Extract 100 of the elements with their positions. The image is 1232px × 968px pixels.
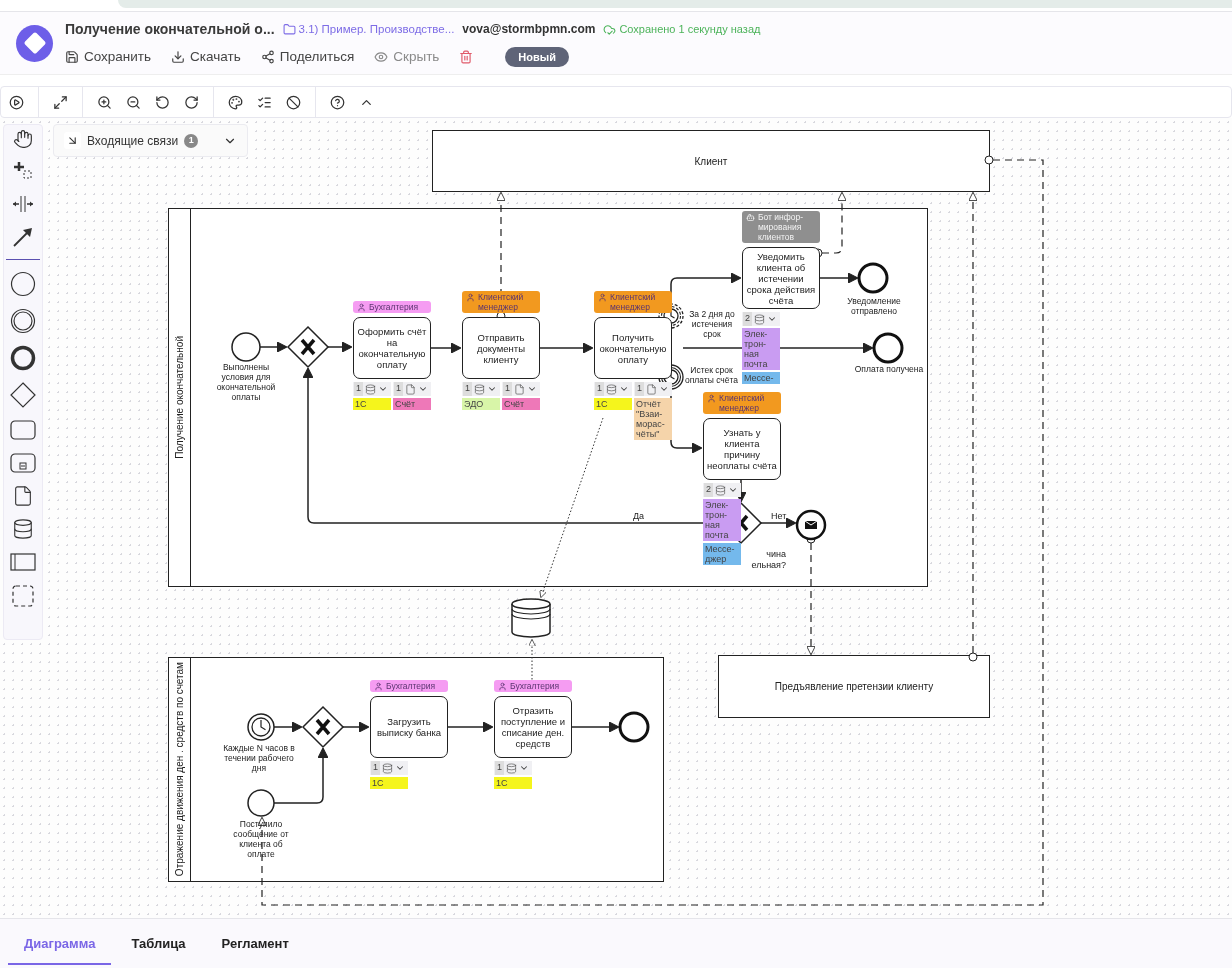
resource-counter[interactable]: 1 xyxy=(502,382,540,396)
exclusive-gateway xyxy=(301,705,345,749)
resource-tag: 1С xyxy=(594,398,632,410)
play-icon[interactable] xyxy=(9,94,24,110)
task[interactable]: Узнать у клиента причину неоплаты счёта xyxy=(703,418,781,480)
sequence-flow xyxy=(539,342,594,354)
resource-counter[interactable]: 1 xyxy=(494,761,532,775)
database-icon xyxy=(715,484,726,496)
task[interactable]: Уведомить клиента об истечении срока действия счёта xyxy=(742,247,820,309)
toolbar-action[interactable]: Поделиться xyxy=(260,46,355,68)
resource-counter[interactable]: 1 xyxy=(634,382,672,396)
performer-tag: Бот инфор- мирования клиентов xyxy=(742,211,820,243)
view-tab[interactable]: Регламент xyxy=(205,925,305,965)
person-icon xyxy=(374,682,383,691)
performer-tag: Бухгалтерия xyxy=(370,680,448,692)
event-label: Выполнены условия для окончательной оплаты xyxy=(215,362,277,402)
chevron-down-icon xyxy=(527,384,537,394)
event-label: За 2 дня до истечения срок xyxy=(688,309,736,339)
task[interactable]: Оформить счёт на окончательную оплату xyxy=(353,317,431,379)
sequence-flow xyxy=(446,721,494,733)
redo-icon[interactable] xyxy=(184,94,199,110)
bot-icon xyxy=(746,213,755,222)
chevron-down-icon xyxy=(619,384,629,394)
group-icon[interactable] xyxy=(11,584,35,608)
resource-counter[interactable]: 1 xyxy=(353,382,391,396)
performer-tag: Клиентский менеджер xyxy=(594,291,672,313)
sequence-flow xyxy=(735,478,747,503)
status-badge: Новый xyxy=(505,46,569,68)
task[interactable]: Отправить документы клиенту xyxy=(462,317,540,379)
database-icon xyxy=(365,383,376,395)
lasso-icon[interactable] xyxy=(12,160,34,182)
pool-icon[interactable] xyxy=(10,551,36,573)
person-icon xyxy=(598,293,607,302)
chevron-down-icon xyxy=(418,384,428,394)
chevron-down-icon xyxy=(519,763,529,773)
checklist-icon[interactable] xyxy=(257,94,272,110)
view-tab[interactable]: Диаграмма xyxy=(8,925,112,965)
resource-tag: Элек- трон- ная почта xyxy=(742,328,780,370)
event-label: Уведомление отправлено xyxy=(846,296,902,316)
diamond-icon[interactable] xyxy=(10,382,36,408)
resource-tag: ЭДО xyxy=(462,398,500,410)
person-icon xyxy=(357,303,366,312)
toolbar-action[interactable]: Сохранить xyxy=(65,46,152,68)
chevron-down-icon xyxy=(659,384,669,394)
pool-title: Получение окончательной xyxy=(173,336,186,459)
diagram-title: Получение окончательной о... xyxy=(65,19,275,39)
thick-circle-icon[interactable] xyxy=(10,345,36,371)
app-logo xyxy=(16,24,53,62)
undo-icon[interactable] xyxy=(155,94,170,110)
space-tool-icon[interactable] xyxy=(12,193,34,215)
help-icon[interactable] xyxy=(330,94,345,110)
performer-tag: Бухгалтерия xyxy=(494,680,572,692)
cloud-check-icon xyxy=(603,22,617,36)
gateway-label: чина ельная? xyxy=(750,549,786,571)
fit-screen-icon[interactable] xyxy=(53,94,68,110)
zoom-in-icon[interactable] xyxy=(97,94,112,110)
event-label: Каждые N часов в течении рабочего дня xyxy=(222,743,296,773)
view-tab[interactable]: Таблица xyxy=(115,925,202,965)
sequence-flow xyxy=(570,721,620,733)
subprocess-icon[interactable] xyxy=(10,452,36,474)
incoming-links-dropdown[interactable]: Входящие связи 1 xyxy=(53,124,248,157)
task[interactable]: Отразить поступление и списание ден. средств xyxy=(494,696,572,758)
toolbar-action[interactable]: Скачать xyxy=(171,46,241,68)
hand-icon[interactable] xyxy=(13,129,33,149)
person-icon xyxy=(707,394,716,403)
document-icon[interactable] xyxy=(12,485,34,507)
palette-icon[interactable] xyxy=(228,94,243,110)
database-icon xyxy=(382,762,393,774)
task[interactable]: Получить окончательную оплату xyxy=(594,317,672,379)
message-event xyxy=(795,509,827,541)
start-event xyxy=(247,789,275,817)
chevron-down-icon xyxy=(487,384,497,394)
circle-icon[interactable] xyxy=(10,271,36,297)
document-icon xyxy=(405,383,416,395)
resource-tag: 1С xyxy=(370,777,408,789)
sequence-flow xyxy=(817,272,859,284)
sequence-flow xyxy=(430,342,462,354)
resource-counter[interactable]: 2 xyxy=(703,483,741,497)
chevron-down-icon xyxy=(767,314,777,324)
resource-counter[interactable]: 1 xyxy=(594,382,632,396)
zoom-out-icon[interactable] xyxy=(126,94,141,110)
database-icon[interactable] xyxy=(12,518,34,540)
resource-counter[interactable]: 1 xyxy=(370,761,408,775)
task[interactable]: Загрузить выписку банка xyxy=(370,696,448,758)
rounded-rectangle-icon[interactable] xyxy=(10,419,36,441)
resource-counter[interactable]: 2 xyxy=(742,312,780,326)
folder-link[interactable]: 3.1) Пример. Производстве... xyxy=(282,20,455,38)
sequence-flow xyxy=(327,341,353,353)
double-circle-icon[interactable] xyxy=(10,308,36,334)
end-event xyxy=(618,711,650,743)
resource-tag: Счёт xyxy=(393,398,431,410)
database-icon xyxy=(606,383,617,395)
resource-counter[interactable]: 1 xyxy=(462,382,500,396)
collapsed-pool: Предъявление претензии клиенту xyxy=(718,655,990,718)
ban-icon[interactable] xyxy=(286,94,301,110)
save-icon xyxy=(65,50,79,64)
connect-arrow-icon[interactable] xyxy=(12,226,34,248)
delete-button[interactable] xyxy=(459,50,474,64)
resource-counter[interactable]: 1 xyxy=(393,382,431,396)
resource-tag: Мессе- xyxy=(742,372,780,384)
